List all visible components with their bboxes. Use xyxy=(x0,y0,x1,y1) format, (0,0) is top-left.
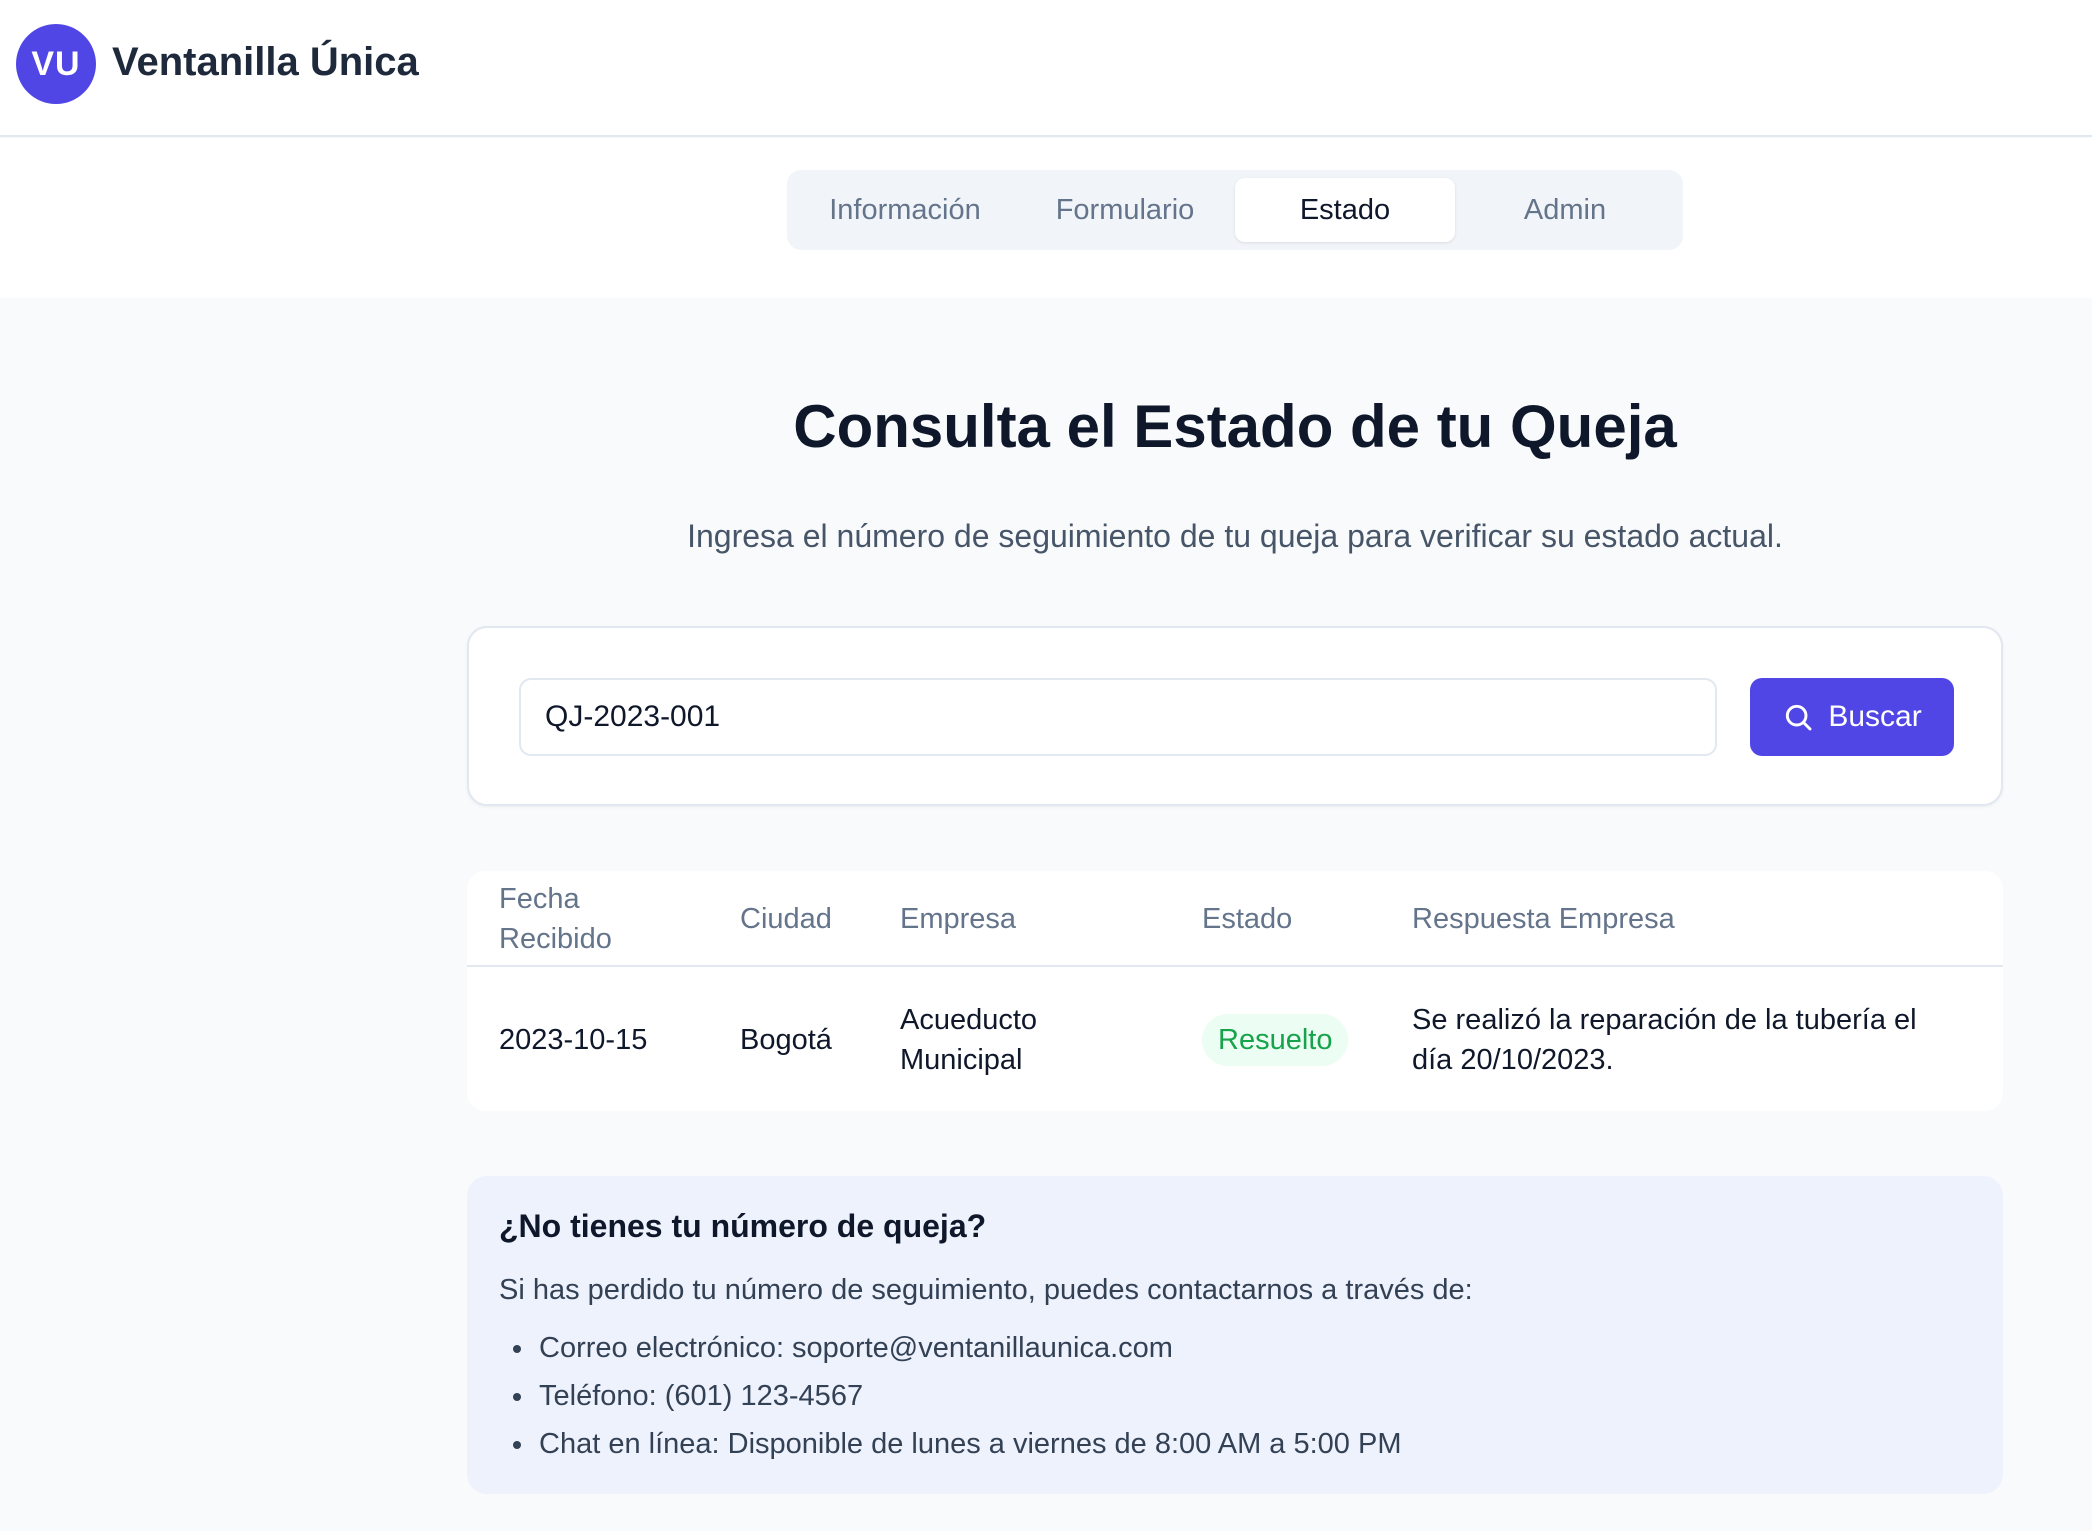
list-item: Correo electrónico: soporte@ventanillaun… xyxy=(499,1328,1401,1376)
search-button[interactable]: Buscar xyxy=(1750,678,1954,756)
help-card: ¿No tienes tu número de queja? Si has pe… xyxy=(467,1176,2003,1494)
list-item: Chat en línea: Disponible de lunes a vie… xyxy=(499,1424,1401,1472)
page-subtitle: Ingresa el número de seguimiento de tu q… xyxy=(687,518,1783,554)
contact-list: Correo electrónico: soporte@ventanillaun… xyxy=(499,1328,1401,1472)
search-card: Buscar xyxy=(467,626,2003,806)
app-logo[interactable]: VU xyxy=(16,24,96,104)
tracking-number-input[interactable] xyxy=(519,678,1717,756)
tab-formulario[interactable]: Formulario xyxy=(1015,178,1235,242)
column-empresa: Empresa xyxy=(900,903,1017,935)
tab-informacion[interactable]: Información xyxy=(795,178,1015,242)
help-text: Si has perdido tu número de seguimiento,… xyxy=(499,1274,1473,1306)
column-respuesta-empresa: Respuesta Empresa xyxy=(1412,903,1675,935)
column-estado: Estado xyxy=(1202,903,1293,935)
tab-admin[interactable]: Admin xyxy=(1455,178,1675,242)
search-icon xyxy=(1786,704,1812,731)
status-badge: Resuelto xyxy=(1202,1014,1349,1066)
page-title: Consulta el Estado de tu Queja xyxy=(793,393,1677,460)
cell-ciudad: Bogotá xyxy=(740,1024,832,1056)
list-item: Teléfono: (601) 123-4567 xyxy=(499,1376,1401,1424)
tabs-bar: Información Formulario Estado Admin xyxy=(0,138,2092,298)
app-header: VU Ventanilla Única xyxy=(0,0,2092,137)
column-fecha-recibido: Fecha Recibido xyxy=(499,883,612,955)
cell-fecha: 2023-10-15 xyxy=(499,1024,648,1056)
column-ciudad: Ciudad xyxy=(740,903,832,935)
results-table: Fecha Recibido Ciudad Empresa Estado Res… xyxy=(467,871,2003,1111)
cell-empresa: Acueducto Municipal xyxy=(900,1004,1038,1076)
cell-estado: Resuelto xyxy=(1202,969,1402,1111)
tab-list: Información Formulario Estado Admin xyxy=(787,170,1683,250)
cell-respuesta: Se realizó la reparación de la tubería e… xyxy=(1412,1004,1917,1076)
help-title: ¿No tienes tu número de queja? xyxy=(499,1208,987,1244)
table-header: Fecha Recibido Ciudad Empresa Estado Res… xyxy=(467,871,2003,967)
app-title[interactable]: Ventanilla Única xyxy=(112,40,419,85)
search-button-label: Buscar xyxy=(1828,700,1922,733)
tab-estado[interactable]: Estado xyxy=(1235,178,1455,242)
